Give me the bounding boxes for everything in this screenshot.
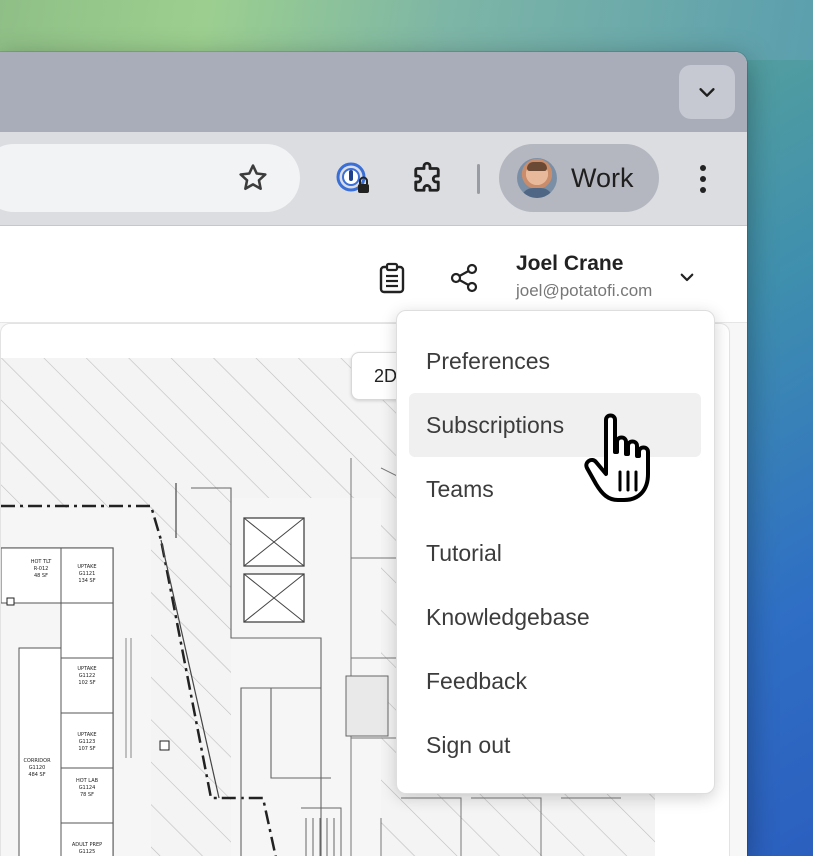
browser-menu-button[interactable] <box>680 156 726 202</box>
room-number: G1125 <box>79 849 96 855</box>
hand-pointer-cursor-icon <box>584 413 650 502</box>
password-manager-icon <box>336 162 369 193</box>
menu-item-knowledgebase[interactable]: Knowledgebase <box>409 585 701 649</box>
chevron-down-icon <box>699 88 715 97</box>
share-button[interactable] <box>442 256 486 300</box>
profile-label: Work <box>571 163 634 193</box>
avatar <box>517 158 557 198</box>
room-area: 484 SF <box>28 772 45 778</box>
user-email: joel@potatofi.com <box>516 281 653 300</box>
toolbar-separator <box>477 164 480 194</box>
profile-button[interactable]: Work <box>499 144 659 212</box>
password-manager-extension-button[interactable] <box>330 156 376 202</box>
share-icon <box>450 263 478 293</box>
room-label: HOT TLT <box>31 559 52 565</box>
room-number: G1122 <box>79 673 96 679</box>
menu-item-tutorial[interactable]: Tutorial <box>409 521 701 585</box>
room-label: CORRIDOR <box>23 758 51 764</box>
room-label: UPTAKE <box>77 666 96 672</box>
user-dropdown-menu: Preferences Subscriptions Teams Tutorial… <box>396 310 715 794</box>
menu-item-feedback[interactable]: Feedback <box>409 649 701 713</box>
app-header: Joel Crane joel@potatofi.com <box>0 226 747 322</box>
menu-item-preferences[interactable]: Preferences <box>409 329 701 393</box>
room-number: G1124 <box>79 785 96 791</box>
user-name[interactable]: Joel Crane <box>516 252 623 276</box>
room-area: 78 SF <box>80 792 94 798</box>
room-label: UPTAKE <box>77 564 96 570</box>
room-area: 134 SF <box>78 578 95 584</box>
notes-button[interactable] <box>370 256 414 300</box>
room-area: 107 SF <box>78 746 95 752</box>
room-label: UPTAKE <box>77 732 96 738</box>
chevron-down-icon <box>680 273 694 282</box>
more-vert-icon <box>700 165 706 193</box>
room-label: HOT LAB <box>76 778 99 784</box>
bookmark-star-button[interactable] <box>228 153 278 203</box>
room-area: 48 SF <box>34 573 48 579</box>
room-label: ADULT PREP <box>72 842 102 848</box>
room-number: G1123 <box>79 739 96 745</box>
star-icon <box>239 164 267 191</box>
menu-item-sign-out[interactable]: Sign out <box>409 713 701 777</box>
browser-toolbar: Work <box>0 132 747 226</box>
room-number: G1121 <box>79 571 96 577</box>
view-mode-label: 2D <box>374 366 398 386</box>
user-menu-toggle[interactable] <box>672 262 702 292</box>
tab-search-button[interactable] <box>679 65 735 119</box>
tab-strip <box>0 52 747 132</box>
clipboard-icon <box>379 262 405 294</box>
room-number: G1120 <box>29 765 46 771</box>
puzzle-icon <box>414 161 440 192</box>
room-area: 102 SF <box>78 680 95 686</box>
room-number: R-012 <box>34 566 49 572</box>
extensions-button[interactable] <box>404 156 450 202</box>
desktop-wallpaper <box>0 0 813 60</box>
